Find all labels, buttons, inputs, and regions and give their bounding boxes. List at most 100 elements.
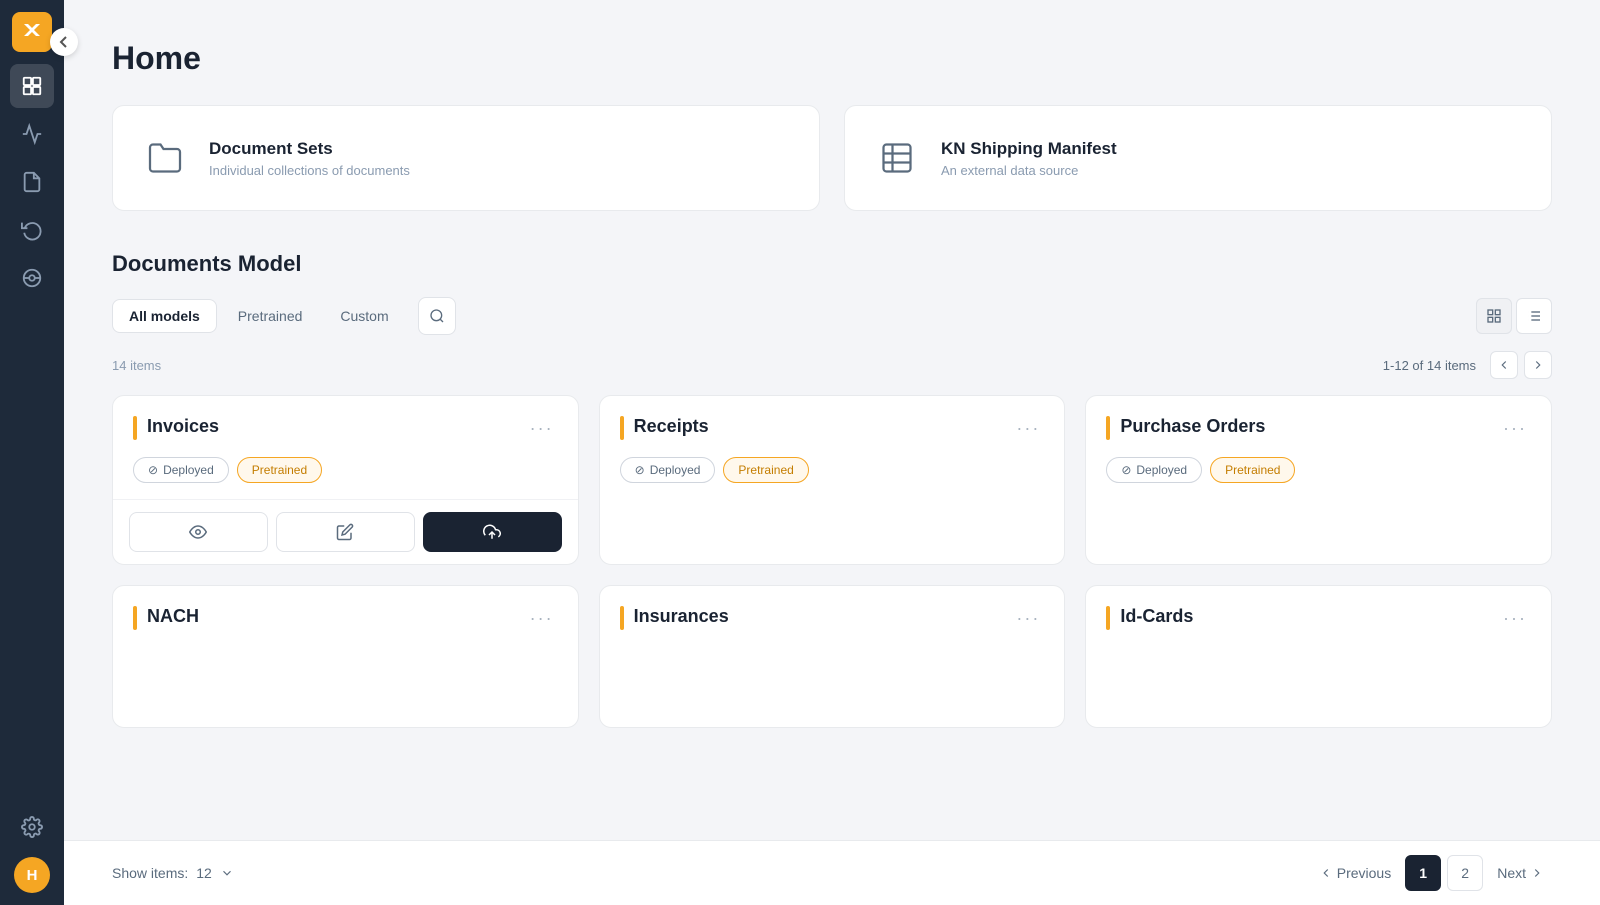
badge-pretrained-invoices: Pretrained xyxy=(237,457,322,483)
po-empty-body xyxy=(1086,499,1551,559)
view-toggle xyxy=(1476,298,1552,334)
model-title-insurances: Insurances xyxy=(634,606,729,627)
search-button[interactable] xyxy=(418,297,456,335)
prev-button[interactable]: Previous xyxy=(1311,861,1399,885)
pagination-range: 1-12 of 14 items xyxy=(1383,358,1476,373)
folder-icon xyxy=(141,134,189,182)
model-accent xyxy=(1106,606,1110,630)
sidebar-logo[interactable] xyxy=(12,12,52,52)
show-items-selector[interactable]: Show items: 12 xyxy=(112,865,234,881)
page-1-button[interactable]: 1 xyxy=(1405,855,1441,891)
items-count: 14 items xyxy=(112,358,161,373)
model-card-id-cards-header: Id-Cards ··· xyxy=(1086,586,1551,647)
sidebar-item-integrations[interactable] xyxy=(10,256,54,300)
card-kn-shipping-title: KN Shipping Manifest xyxy=(941,139,1117,159)
tab-all-models[interactable]: All models xyxy=(112,299,217,333)
list-view-button[interactable] xyxy=(1516,298,1552,334)
card-kn-shipping-text: KN Shipping Manifest An external data so… xyxy=(941,139,1117,178)
model-accent xyxy=(620,606,624,630)
model-card-receipts[interactable]: Receipts ··· ⊘ Deployed Pretrained xyxy=(599,395,1066,565)
model-accent xyxy=(620,416,624,440)
id-cards-menu-button[interactable]: ··· xyxy=(1499,606,1531,631)
badge-deployed-receipts: ⊘ Deployed xyxy=(620,457,716,483)
model-card-purchase-orders[interactable]: Purchase Orders ··· ⊘ Deployed Pretraine… xyxy=(1085,395,1552,565)
sidebar-item-analytics[interactable] xyxy=(10,112,54,156)
invoices-badges: ⊘ Deployed Pretrained xyxy=(113,457,578,499)
invoices-menu-button[interactable]: ··· xyxy=(526,416,558,441)
page-2-button[interactable]: 2 xyxy=(1447,855,1483,891)
invoices-deploy-button[interactable] xyxy=(423,512,562,552)
items-meta: 14 items 1-12 of 14 items xyxy=(112,351,1552,379)
sidebar-bottom: H xyxy=(10,805,54,893)
model-card-id-cards[interactable]: Id-Cards ··· xyxy=(1085,585,1552,728)
invoices-edit-button[interactable] xyxy=(276,512,415,552)
model-card-receipts-header: Receipts ··· xyxy=(600,396,1065,457)
model-title-po: Purchase Orders xyxy=(1120,416,1265,437)
sidebar-toggle[interactable] xyxy=(50,28,78,56)
card-kn-shipping-desc: An external data source xyxy=(941,163,1117,178)
table-icon xyxy=(873,134,921,182)
invoices-view-button[interactable] xyxy=(129,512,268,552)
card-document-sets[interactable]: Document Sets Individual collections of … xyxy=(112,105,820,211)
sidebar-item-history[interactable] xyxy=(10,208,54,252)
check-icon: ⊘ xyxy=(635,463,645,477)
models-grid: Invoices ··· ⊘ Deployed Pretrained xyxy=(112,395,1552,728)
model-card-invoices[interactable]: Invoices ··· ⊘ Deployed Pretrained xyxy=(112,395,579,565)
model-card-insurances[interactable]: Insurances ··· xyxy=(599,585,1066,728)
receipts-badges: ⊘ Deployed Pretrained xyxy=(600,457,1065,499)
receipts-empty-body xyxy=(600,499,1065,559)
card-kn-shipping[interactable]: KN Shipping Manifest An external data so… xyxy=(844,105,1552,211)
pagination-controls: Previous 1 2 Next xyxy=(1311,855,1552,891)
po-menu-button[interactable]: ··· xyxy=(1499,416,1531,441)
insurances-menu-button[interactable]: ··· xyxy=(1012,606,1044,631)
model-accent xyxy=(133,606,137,630)
page-title: Home xyxy=(112,40,1552,77)
model-card-nach-header: NACH ··· xyxy=(113,586,578,647)
check-icon: ⊘ xyxy=(1121,463,1131,477)
model-card-po-header: Purchase Orders ··· xyxy=(1086,396,1551,457)
pagination-nav: 1-12 of 14 items xyxy=(1383,351,1552,379)
sidebar: H xyxy=(0,0,64,905)
nach-menu-button[interactable]: ··· xyxy=(526,606,558,631)
invoices-actions xyxy=(113,499,578,564)
pagination-next-arrow[interactable] xyxy=(1524,351,1552,379)
model-title-nach: NACH xyxy=(147,606,199,627)
badge-deployed-invoices: ⊘ Deployed xyxy=(133,457,229,483)
filter-tabs: All models Pretrained Custom xyxy=(112,299,406,333)
model-card-nach[interactable]: NACH ··· xyxy=(112,585,579,728)
receipts-menu-button[interactable]: ··· xyxy=(1012,416,1044,441)
next-label: Next xyxy=(1497,865,1526,881)
sidebar-item-documents[interactable] xyxy=(10,64,54,108)
check-icon: ⊘ xyxy=(148,463,158,477)
id-cards-empty-body xyxy=(1086,647,1551,727)
model-card-invoices-header: Invoices ··· xyxy=(113,396,578,457)
top-cards-grid: Document Sets Individual collections of … xyxy=(112,105,1552,211)
card-document-sets-text: Document Sets Individual collections of … xyxy=(209,139,410,178)
bottom-bar: Show items: 12 Previous 1 2 Next xyxy=(64,840,1600,905)
grid-view-button[interactable] xyxy=(1476,298,1512,334)
badge-pretrained-receipts: Pretrained xyxy=(723,457,808,483)
model-title-id-cards: Id-Cards xyxy=(1120,606,1193,627)
model-title-receipts: Receipts xyxy=(634,416,709,437)
sidebar-item-pdf[interactable] xyxy=(10,160,54,204)
section-title: Documents Model xyxy=(112,251,1552,277)
tab-pretrained[interactable]: Pretrained xyxy=(221,299,320,333)
filter-bar: All models Pretrained Custom xyxy=(112,297,1552,335)
po-badges: ⊘ Deployed Pretrained xyxy=(1086,457,1551,499)
avatar[interactable]: H xyxy=(14,857,50,893)
prev-label: Previous xyxy=(1337,865,1391,881)
pagination-prev-arrow[interactable] xyxy=(1490,351,1518,379)
tab-custom[interactable]: Custom xyxy=(323,299,405,333)
card-document-sets-desc: Individual collections of documents xyxy=(209,163,410,178)
badge-deployed-po: ⊘ Deployed xyxy=(1106,457,1202,483)
sidebar-item-settings[interactable] xyxy=(10,805,54,849)
next-button[interactable]: Next xyxy=(1489,861,1552,885)
insurances-empty-body xyxy=(600,647,1065,727)
model-title-invoices: Invoices xyxy=(147,416,219,437)
main-content: Home Document Sets Individual collection… xyxy=(64,0,1600,905)
show-items-label: Show items: xyxy=(112,865,188,881)
model-accent xyxy=(133,416,137,440)
model-card-insurances-header: Insurances ··· xyxy=(600,586,1065,647)
badge-pretrained-po: Pretrained xyxy=(1210,457,1295,483)
model-accent xyxy=(1106,416,1110,440)
